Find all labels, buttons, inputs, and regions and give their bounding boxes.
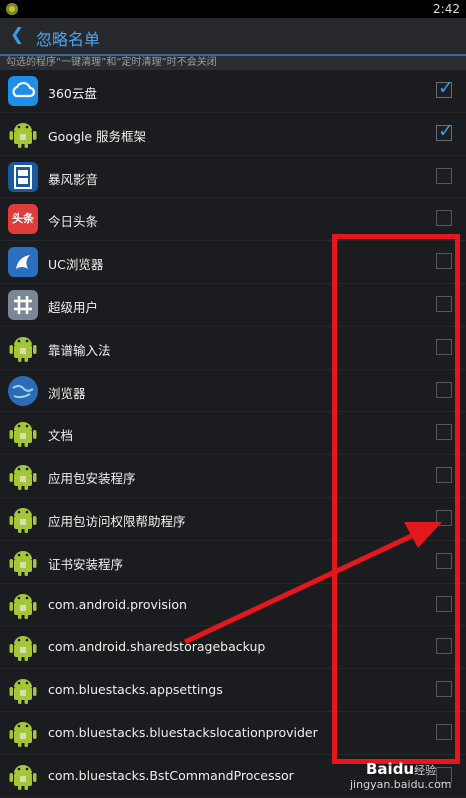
app-row[interactable]: 文档 — [0, 412, 466, 456]
android-icon — [8, 590, 38, 620]
app-label: 靠谱输入法 — [48, 342, 111, 358]
app-label: com.android.sharedstoragebackup — [48, 639, 266, 655]
app-label: 应用包访问权限帮助程序 — [48, 513, 186, 529]
android-icon — [8, 119, 38, 149]
ignore-checkbox[interactable] — [436, 210, 452, 227]
app-label: 超级用户 — [48, 299, 99, 315]
app-label: 证书安装程序 — [48, 556, 124, 572]
app-label: 文档 — [48, 428, 74, 444]
app-row[interactable]: 应用包安装程序 — [0, 455, 466, 498]
cloud-icon — [8, 76, 38, 106]
app-row[interactable]: 证书安装程序 — [0, 541, 466, 584]
ignore-checkbox[interactable] — [436, 424, 452, 441]
ignore-checkbox[interactable] — [436, 338, 452, 355]
app-row[interactable]: com.android.provision — [0, 584, 466, 627]
app-label: com.android.provision — [48, 596, 187, 612]
ignore-checkbox[interactable]: ✓ — [436, 120, 454, 142]
checkmark-icon: ✓ — [438, 77, 454, 99]
ignore-checkbox[interactable] — [436, 509, 452, 526]
app-label: 浏览器 — [48, 385, 86, 401]
app-row[interactable]: 靠谱输入法 — [0, 327, 466, 370]
android-icon — [8, 761, 38, 791]
ignore-checkbox[interactable] — [436, 681, 452, 698]
checkmark-icon: ✓ — [438, 119, 454, 142]
watermark: Baidu经验 jingyan.baidu.com — [350, 760, 452, 791]
ignore-checkbox[interactable]: ✓ — [436, 77, 454, 99]
app-label: Google 服务框架 — [48, 128, 147, 144]
android-icon — [8, 504, 38, 534]
toutiao-icon: 头条 — [8, 204, 38, 235]
android-icon — [8, 675, 38, 705]
app-row[interactable]: 超级用户 — [0, 284, 466, 327]
app-logo-icon — [6, 3, 18, 15]
globe-icon — [8, 375, 38, 406]
ignore-checkbox[interactable] — [436, 552, 452, 569]
app-row[interactable]: com.bluestacks.bluestackslocationprovide… — [0, 712, 466, 755]
app-row[interactable]: Google 服务框架 ✓ — [0, 113, 466, 156]
android-icon — [8, 333, 38, 363]
app-row[interactable]: 应用包访问权限帮助程序 — [0, 498, 466, 541]
app-label: 暴风影音 — [48, 171, 99, 187]
ignore-checkbox[interactable] — [436, 295, 452, 312]
watermark-brand-cn: 经验 — [414, 764, 437, 777]
app-label: com.bluestacks.bluestackslocationprovide… — [48, 724, 318, 740]
hint-text: 勾选的程序“一键清理”和“定时清理”时不会关闭 — [0, 56, 466, 70]
ignore-checkbox[interactable] — [436, 381, 452, 398]
app-label: UC浏览器 — [48, 257, 104, 273]
ignore-checkbox[interactable] — [436, 595, 452, 612]
app-label: 360云盘 — [48, 86, 97, 101]
app-label: com.bluestacks.BstCommandProcessor — [48, 767, 294, 783]
ignore-checkbox[interactable] — [436, 723, 452, 740]
watermark-brand: Baidu — [366, 760, 415, 778]
superuser-icon — [8, 289, 38, 320]
app-row[interactable]: com.android.sharedstoragebackup — [0, 626, 466, 670]
app-row[interactable]: com.bluestacks.appsettings — [0, 669, 466, 712]
android-icon — [8, 632, 38, 662]
ignore-checkbox[interactable] — [436, 638, 452, 655]
app-label: com.bluestacks.appsettings — [48, 682, 223, 698]
chevron-left-icon[interactable]: ❮ — [10, 25, 24, 45]
ignore-checkbox[interactable] — [436, 253, 452, 270]
android-icon — [8, 418, 38, 448]
app-row[interactable]: 暴风影音 — [0, 156, 466, 199]
app-row[interactable]: 360云盘 ✓ — [0, 70, 466, 113]
android-icon — [8, 718, 38, 748]
ignore-checkbox[interactable] — [436, 167, 452, 184]
title-bar: ❮ 忽略名单 — [0, 18, 466, 56]
page-title: 忽略名单 — [36, 30, 101, 49]
ignore-checkbox[interactable] — [436, 467, 452, 484]
baofeng-icon — [8, 161, 38, 192]
app-label: 应用包安装程序 — [48, 471, 136, 487]
status-bar: 2:42 — [0, 0, 466, 18]
status-time: 2:42 — [433, 2, 460, 16]
app-list: 360云盘 ✓ Google 服务框架 ✓ 暴风影音头条 今日头条 UC浏览器超级用户靠谱输… — [0, 70, 466, 798]
app-label: 今日头条 — [48, 214, 99, 230]
app-row[interactable]: 浏览器 — [0, 370, 466, 413]
app-row[interactable]: 头条 今日头条 — [0, 198, 466, 242]
watermark-url: jingyan.baidu.com — [350, 778, 452, 791]
android-icon — [8, 547, 38, 577]
app-row[interactable]: UC浏览器 — [0, 241, 466, 284]
android-icon — [8, 461, 38, 491]
uc-icon — [8, 247, 38, 278]
